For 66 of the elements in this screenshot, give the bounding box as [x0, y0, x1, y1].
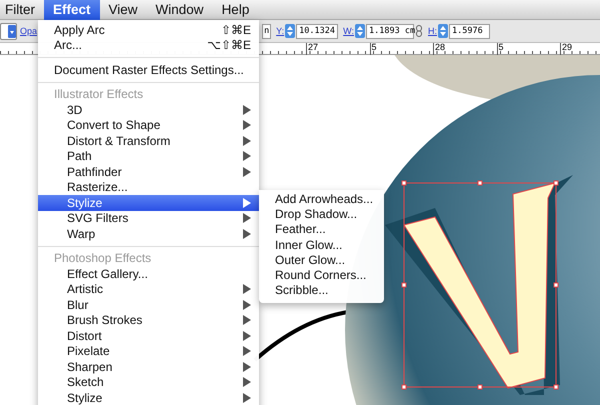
- submenu-arrow-icon: [243, 166, 251, 177]
- menu-item[interactable]: Add Arrowheads...: [259, 192, 384, 208]
- submenu-arrow-icon: [243, 136, 251, 146]
- menu-item[interactable]: Round Corners...: [259, 268, 384, 284]
- menu-item[interactable]: Outer Glow...: [259, 252, 384, 268]
- submenu-arrow-icon: [243, 198, 251, 208]
- menu-section-header: Illustrator Effects: [53, 86, 144, 102]
- submenu-arrow-icon: [243, 362, 251, 372]
- submenu-arrow-icon: [243, 120, 251, 130]
- menu-item[interactable]: Pixelate: [38, 344, 259, 359]
- submenu-arrow-icon: [243, 300, 251, 310]
- submenu-arrow-icon: [243, 346, 251, 356]
- menu-item[interactable]: Feather...: [259, 222, 384, 238]
- menu-item[interactable]: Distort & Transform: [38, 133, 259, 148]
- menu-item[interactable]: Pathfinder: [38, 164, 259, 180]
- menu-bar-item[interactable]: View: [100, 0, 147, 20]
- menu-bar-item[interactable]: Help: [212, 0, 258, 20]
- submenu-arrow-icon: [243, 104, 251, 115]
- input-field[interactable]: 1.5976: [449, 24, 490, 38]
- menu-item[interactable]: Brush Strokes: [38, 312, 259, 328]
- menu-item[interactable]: Drop Shadow...: [259, 207, 384, 222]
- input-field[interactable]: 10.1324: [296, 24, 338, 38]
- menu-item[interactable]: Convert to Shape: [38, 118, 259, 133]
- menu-item[interactable]: Sharpen: [38, 359, 259, 374]
- menu-bar-item[interactable]: Filter: [0, 0, 44, 20]
- menu-item[interactable]: Blur: [38, 297, 259, 312]
- menu-item[interactable]: 3D: [38, 102, 259, 118]
- menu-item[interactable]: Effect Gallery...: [38, 266, 259, 282]
- submenu-arrow-icon: [243, 228, 251, 239]
- menu-item[interactable]: Apply Arc ⇧⌘E: [38, 22, 259, 38]
- submenu-arrow-icon: [243, 151, 251, 162]
- submenu-arrow-icon: [243, 392, 251, 403]
- submenu-arrow-icon: [243, 315, 251, 326]
- spinner-icon[interactable]: [438, 24, 448, 38]
- opacity-label[interactable]: Opa: [20, 26, 38, 36]
- menu-item[interactable]: SVG Filters: [38, 210, 259, 226]
- menu-item[interactable]: Stylize: [38, 390, 259, 405]
- caret-icon: [8, 24, 16, 38]
- menu-item[interactable]: Scribble...: [259, 283, 384, 298]
- submenu-arrow-icon: [243, 284, 251, 294]
- field-label[interactable]: Y:: [276, 26, 284, 36]
- menu-bar-item[interactable]: Window: [146, 0, 213, 20]
- menu-item[interactable]: Rasterize...: [38, 180, 259, 195]
- menu-item[interactable]: Distort: [38, 328, 259, 344]
- menu-item[interactable]: Warp: [38, 226, 259, 242]
- menu-item[interactable]: Stylize: [38, 195, 259, 210]
- chain-link-icon[interactable]: [416, 25, 422, 37]
- submenu-arrow-icon: [243, 377, 251, 388]
- menu-item[interactable]: Path: [38, 148, 259, 164]
- ruler-label: 27: [306, 43, 370, 55]
- menu-item[interactable]: Artistic: [38, 282, 259, 297]
- style-dropdown[interactable]: [0, 22, 17, 40]
- menu-item[interactable]: Inner Glow...: [259, 238, 384, 253]
- input-field[interactable]: n: [262, 24, 272, 38]
- spinner-icon[interactable]: [285, 24, 296, 38]
- menu-item[interactable]: Sketch: [38, 374, 259, 390]
- menu-bar-item[interactable]: Effect: [44, 0, 100, 20]
- input-field[interactable]: 1.1893 cm: [366, 24, 414, 38]
- submenu-arrow-icon: [243, 330, 251, 341]
- menu-item[interactable]: Arc... ⌥⇧⌘E: [38, 38, 259, 53]
- field-label[interactable]: H:: [428, 26, 437, 36]
- menu-item[interactable]: Document Raster Effects Settings...: [38, 62, 259, 78]
- spinner-icon[interactable]: [355, 24, 365, 38]
- field-label[interactable]: W:: [343, 26, 354, 36]
- menu-section-header: Photoshop Effects: [53, 250, 152, 266]
- submenu-arrow-icon: [243, 213, 251, 224]
